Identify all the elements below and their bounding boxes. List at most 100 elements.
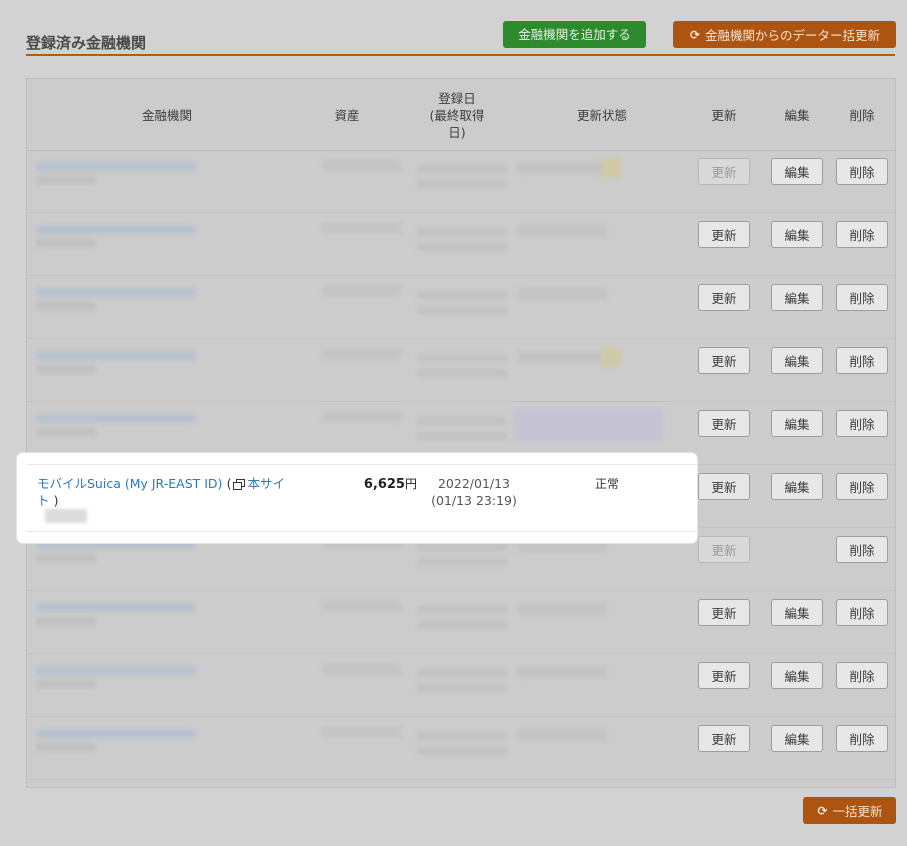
redacted-content (322, 412, 402, 422)
redacted-content (517, 666, 607, 678)
row-update-button[interactable]: 更新 (698, 725, 750, 752)
row-delete-button[interactable]: 削除 (836, 599, 888, 626)
redacted-content (36, 288, 196, 297)
redacted-content (417, 558, 507, 566)
row-update-button[interactable]: 更新 (698, 284, 750, 311)
row-update-button[interactable]: 更新 (698, 347, 750, 374)
redacted-content (517, 729, 607, 741)
header-update-status: 更新状態 (576, 107, 627, 123)
redacted-content (36, 428, 96, 436)
row-update-button[interactable]: 更新 (698, 410, 750, 437)
row-delete-button[interactable]: 削除 (836, 410, 888, 437)
redacted-content (417, 228, 507, 236)
redacted-content (417, 369, 507, 377)
last-fetched-time: (01/13 23:19) (431, 493, 517, 508)
asset-currency: 円 (404, 477, 417, 491)
table-row: 更新 編集 削除 (27, 339, 895, 402)
row-update-button[interactable]: 更新 (698, 158, 750, 185)
row-delete-button[interactable]: 削除 (836, 473, 888, 500)
header-delete: 削除 (849, 107, 875, 123)
redacted-content (36, 554, 96, 562)
row-edit-button[interactable]: 編集 (771, 725, 823, 752)
row-delete-button[interactable]: 削除 (836, 158, 888, 185)
institution-cell: モバイルSuica (My JR-EAST ID) (本サイト ) (37, 475, 287, 509)
header-edit: 編集 (784, 107, 810, 123)
redacted-content (417, 543, 507, 551)
asset-amount-cell: 6,625円 (357, 475, 417, 492)
header-institution: 金融機関 (141, 107, 192, 123)
row-edit-button[interactable]: 編集 (771, 599, 823, 626)
redacted-content (322, 223, 402, 233)
redacted-content (36, 351, 196, 360)
row-edit-button[interactable]: 編集 (771, 410, 823, 437)
redacted-content (417, 684, 507, 692)
refresh-icon: ⟳ (817, 803, 828, 818)
table-header: 金融機関 資産 登録日 (最終取得 日) 更新状態 更新 編集 削除 (27, 79, 895, 151)
row-delete-button[interactable]: 削除 (836, 221, 888, 248)
highlighted-row-card: モバイルSuica (My JR-EAST ID) (本サイト ) 6,625円… (17, 453, 697, 543)
bulk-update-button[interactable]: ⟳ 一括更新 (803, 797, 896, 824)
header-registered-date: 登録日 (最終取得 日) (429, 90, 485, 140)
row-edit-button[interactable]: 編集 (771, 221, 823, 248)
row-delete-button[interactable]: 削除 (836, 347, 888, 374)
update-status: 正常 (594, 477, 619, 491)
redacted-content (517, 351, 607, 363)
redacted-content (322, 349, 402, 359)
add-institution-button[interactable]: 金融機関を追加する (503, 21, 646, 48)
redacted-content (322, 286, 402, 296)
redacted-content (36, 225, 196, 234)
close-paren: ) (53, 493, 59, 508)
registered-date: 2022/01/13 (437, 476, 511, 491)
institution-link[interactable]: モバイルSuica (My JR-EAST ID) (37, 476, 222, 491)
redacted-content (322, 664, 402, 674)
row-update-button[interactable]: 更新 (698, 473, 750, 500)
redacted-content (36, 603, 196, 612)
bulk-update-label: 一括更新 (832, 804, 883, 819)
row-edit-button[interactable]: 編集 (771, 473, 823, 500)
redacted-content (36, 617, 96, 625)
table-row: 更新 編集 削除 (27, 591, 895, 654)
table-row: 更新 編集 削除 (27, 276, 895, 339)
row-delete-button[interactable]: 削除 (836, 662, 888, 689)
row-delete-button[interactable]: 削除 (836, 284, 888, 311)
row-delete-button[interactable]: 削除 (836, 725, 888, 752)
row-edit-button[interactable]: 編集 (771, 662, 823, 689)
row-edit-button[interactable]: 編集 (771, 347, 823, 374)
redacted-content (514, 408, 664, 442)
redacted-content (417, 417, 507, 425)
redacted-content (36, 239, 96, 247)
redacted-content (601, 158, 621, 178)
redacted-content (36, 365, 96, 373)
redacted-content (36, 302, 96, 310)
row-update-button[interactable]: 更新 (698, 221, 750, 248)
redacted-content (36, 743, 96, 751)
row-update-button[interactable]: 更新 (698, 536, 750, 563)
table-row: 更新 編集 削除 (27, 150, 895, 213)
table-row: 更新 編集 削除 (27, 654, 895, 717)
external-window-icon (233, 479, 246, 490)
redacted-content (417, 747, 507, 755)
redacted-content (417, 669, 507, 677)
row-delete-button[interactable]: 削除 (836, 536, 888, 563)
redacted-content (417, 243, 507, 251)
bulk-update-all-button[interactable]: ⟳ 金融機関からのデーター括更新 (673, 21, 896, 48)
redacted-content (322, 727, 402, 737)
row-update-button[interactable]: 更新 (698, 599, 750, 626)
header-assets: 資産 (334, 107, 360, 123)
redacted-content (417, 621, 507, 629)
redacted-content (322, 601, 402, 611)
redacted-account-id (45, 509, 87, 523)
redacted-content (517, 288, 607, 300)
redacted-content (36, 729, 196, 738)
redacted-content (517, 162, 607, 174)
redacted-content (36, 414, 196, 423)
title-divider (26, 54, 895, 56)
row-update-button[interactable]: 更新 (698, 662, 750, 689)
bulk-update-all-label: 金融機関からのデーター括更新 (704, 28, 880, 43)
row-edit-button[interactable]: 編集 (771, 284, 823, 311)
redacted-content (417, 732, 507, 740)
section-title: 登録済み金融機関 (26, 34, 147, 52)
asset-amount: 6,625 (363, 477, 405, 492)
header-update: 更新 (711, 107, 737, 123)
row-edit-button[interactable]: 編集 (771, 158, 823, 185)
